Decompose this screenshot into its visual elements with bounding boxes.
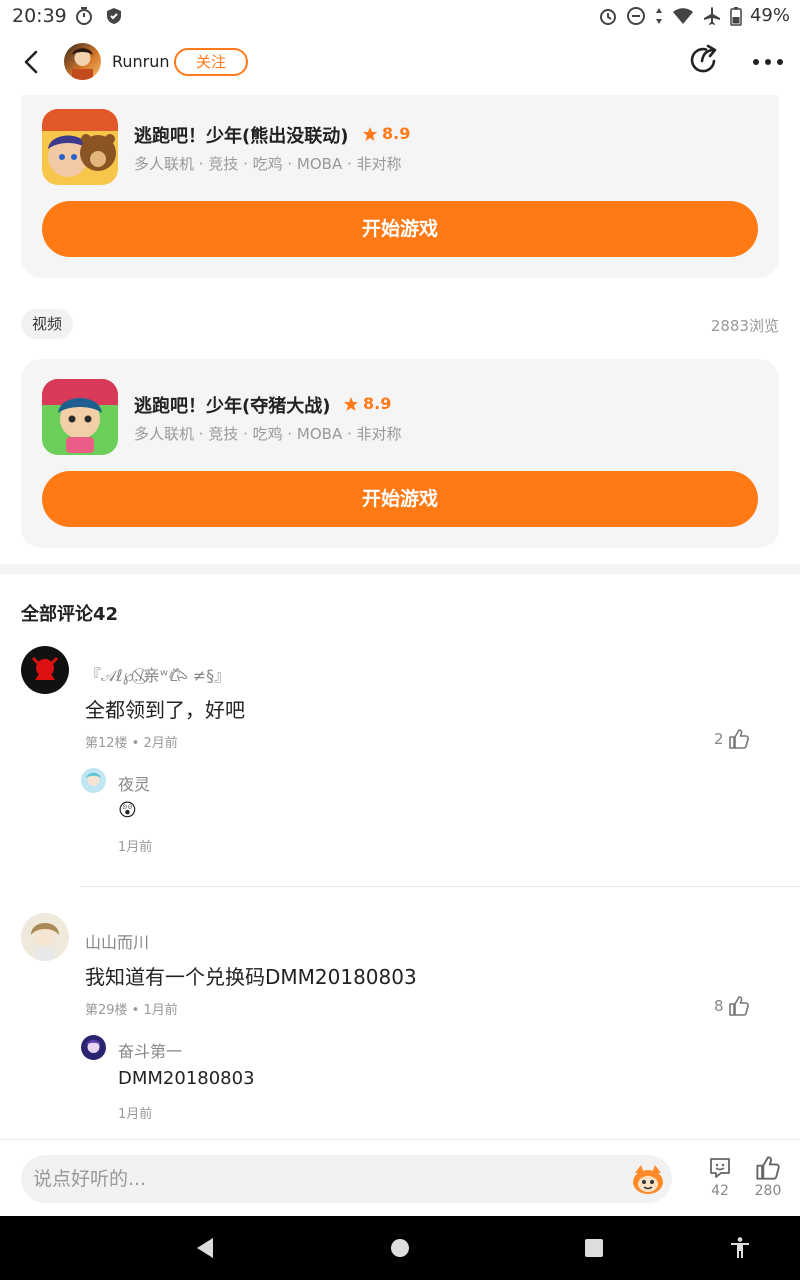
reply-meta: 1月前 (118, 840, 153, 855)
shield-icon (104, 6, 124, 26)
author-avatar[interactable] (64, 43, 101, 80)
thumbs-up-icon (728, 729, 749, 749)
star-icon (363, 126, 377, 141)
replier-avatar[interactable] (81, 1035, 106, 1060)
game-rating: 8.9 (343, 394, 391, 413)
view-count: 2883浏览 (710, 317, 779, 335)
start-game-button[interactable]: 开始游戏 (42, 201, 758, 257)
game-card[interactable]: 逃跑吧！少年(夺猪大战) 8.9 多人联机 · 竞技 · 吃鸡 · MOBA ·… (21, 359, 779, 548)
comment-count-button[interactable]: 42 (700, 1155, 740, 1199)
chevron-left-icon (24, 50, 38, 74)
reply-text: DMM20180803 (118, 1068, 255, 1089)
commenter-avatar[interactable] (21, 646, 69, 694)
system-nav-bar (0, 1216, 800, 1280)
thumbs-up-icon (728, 996, 749, 1016)
comment-input-wrapper[interactable] (21, 1155, 672, 1203)
comment-like-button[interactable]: 2 (714, 728, 750, 750)
game-card[interactable]: 逃跑吧！少年(熊出没联动) 8.9 多人联机 · 竞技 · 吃鸡 · MOBA … (21, 95, 779, 278)
comment-smile-icon (710, 1158, 730, 1178)
start-game-button[interactable]: 开始游戏 (42, 471, 758, 527)
status-right-icons: 49% (598, 5, 790, 26)
commenter-name[interactable]: 『𝒜ℓ℘./⃠亲ʷ𐂃 ≠§』 (85, 662, 230, 686)
comment-meta: 第29楼 • 1月前 (85, 1003, 178, 1018)
status-bar: 20:39 49% (0, 0, 800, 32)
status-left-icons (74, 6, 124, 26)
comment-divider (81, 886, 800, 887)
star-icon (344, 396, 358, 411)
like-count: 8 (714, 997, 724, 1015)
comment-text: 全都领到了，好吧 (85, 698, 245, 722)
do-not-disturb-icon (626, 6, 646, 26)
mascot-emoji-icon[interactable] (630, 1161, 666, 1197)
nav-back-icon[interactable] (193, 1236, 217, 1260)
comments-heading: 全部评论42 (21, 604, 119, 625)
data-arrows-icon (654, 6, 664, 26)
comment-bar: 42 280 (0, 1139, 800, 1216)
replier-avatar[interactable] (81, 768, 106, 793)
game-tags: 多人联机 · 竞技 · 吃鸡 · MOBA · 非对称 (134, 425, 402, 443)
game-icon-pig-battle[interactable] (42, 379, 118, 455)
replier-name[interactable]: 奋斗第一 (118, 1038, 182, 1062)
comment-text: 我知道有一个兑换码DMM20180803 (85, 965, 417, 989)
follow-button[interactable]: 关注 (174, 48, 248, 76)
game-title[interactable]: 逃跑吧！少年(熊出没联动) (134, 122, 348, 148)
game-title[interactable]: 逃跑吧！少年(夺猪大战) (134, 392, 330, 418)
post-like-count: 280 (754, 1183, 782, 1199)
video-tag[interactable]: 视频 (21, 309, 74, 339)
wifi-icon (672, 7, 694, 25)
commenter-avatar[interactable] (21, 913, 69, 961)
post-header: Runrun 关注 (0, 32, 800, 92)
nav-home-icon[interactable] (388, 1236, 412, 1260)
share-button[interactable] (688, 44, 720, 76)
rating-value: 8.9 (363, 394, 392, 413)
accessibility-icon[interactable] (728, 1236, 752, 1260)
reply-meta: 1月前 (118, 1107, 153, 1122)
battery-icon (730, 6, 742, 26)
more-options-button[interactable] (750, 52, 786, 72)
comment-input[interactable] (33, 1155, 623, 1203)
timer-icon (74, 6, 94, 26)
game-icon-bear-collab[interactable] (42, 109, 118, 185)
airplane-icon (702, 6, 722, 26)
comment-meta: 第12楼 • 2月前 (85, 736, 178, 751)
reply-text: 😲 (118, 800, 137, 821)
author-name[interactable]: Runrun (112, 52, 170, 71)
post-like-button[interactable]: 280 (748, 1155, 788, 1199)
commenter-name[interactable]: 山山而川 (85, 929, 149, 953)
game-tags: 多人联机 · 竞技 · 吃鸡 · MOBA · 非对称 (134, 155, 402, 173)
back-button[interactable] (18, 48, 46, 76)
nav-recents-icon[interactable] (582, 1236, 606, 1260)
game-rating: 8.9 (362, 124, 410, 143)
rating-value: 8.9 (382, 124, 411, 143)
like-count: 2 (714, 730, 724, 748)
share-icon (690, 44, 717, 73)
alarm-icon (598, 6, 618, 26)
replier-name[interactable]: 夜灵 (118, 771, 150, 795)
section-divider (0, 564, 800, 574)
comment-count: 42 (711, 1183, 729, 1199)
more-dots-icon (753, 59, 783, 65)
comment-like-button[interactable]: 8 (714, 995, 750, 1017)
battery-level: 49% (749, 5, 790, 26)
status-time: 20:39 (12, 5, 67, 27)
thumbs-up-icon (756, 1156, 780, 1180)
